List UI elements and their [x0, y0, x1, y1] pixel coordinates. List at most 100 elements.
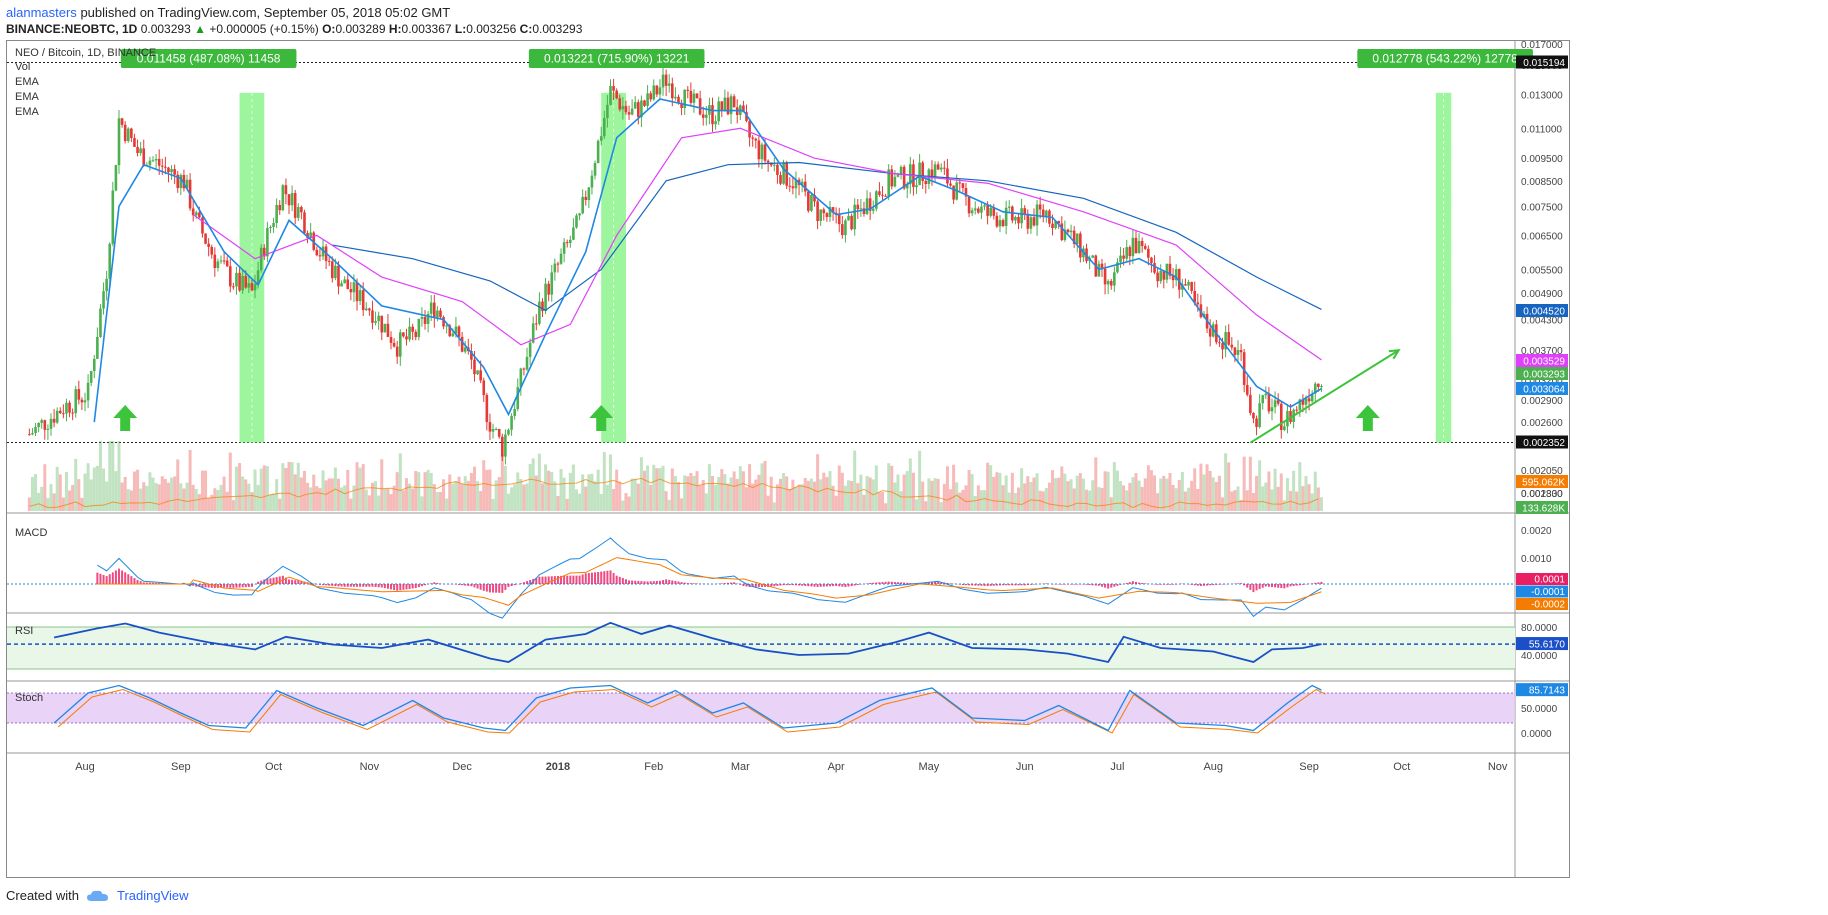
volume-bar [1236, 486, 1240, 511]
candle-body [1230, 344, 1234, 348]
chart-frame[interactable]: 0.011458 (487.08%) 11458 0.013221 (715.90… [6, 40, 1570, 878]
indicator-panes [7, 537, 1515, 734]
macd-histogram-bar [250, 584, 253, 587]
price-tick-label: 0.001830 [1521, 489, 1563, 500]
tradingview-brand[interactable]: TradingView [117, 888, 189, 903]
volume-bar [293, 474, 297, 511]
volume-bar [105, 481, 109, 511]
macd-histogram-bar [507, 584, 510, 587]
macd-histogram-bar [340, 584, 343, 587]
macd-histogram-bar [995, 584, 998, 586]
candle-body [1143, 246, 1147, 249]
volume-bar [893, 482, 897, 511]
candle-body [819, 209, 822, 222]
candle-body [757, 140, 761, 160]
time-tick-label: Oct [265, 761, 282, 773]
volume-bar [1125, 490, 1129, 511]
candle-body [525, 356, 529, 370]
price-tick-label: 0.011000 [1521, 124, 1562, 135]
macd-histogram-bar [1082, 584, 1085, 585]
candle-body [763, 144, 767, 161]
macd-histogram-bar [297, 580, 300, 584]
candle-body [596, 140, 600, 164]
macd-histogram-bar [652, 581, 655, 584]
macd-histogram-bar [998, 584, 1001, 586]
candle-body [191, 208, 195, 216]
volume-bar [386, 488, 390, 511]
ema-lines [93, 98, 1322, 423]
macd-histogram-bar [964, 584, 967, 586]
macd-histogram-bar [739, 584, 742, 585]
macd-histogram-bar [325, 584, 328, 586]
ema-fast-line [93, 98, 1322, 423]
open-label: O: [322, 22, 336, 36]
candle-body [355, 282, 359, 302]
volume-bar [667, 499, 671, 511]
volume-bar [1171, 484, 1175, 511]
candle-body [1032, 217, 1036, 226]
volume-bar [655, 468, 659, 511]
rsi-badge-label: 55.6170 [1529, 640, 1566, 651]
macd-histogram-bar [980, 584, 983, 586]
macd-histogram-bar [464, 584, 467, 586]
macd-histogram-bar [968, 584, 971, 586]
candle-body [977, 208, 980, 213]
candle-body [810, 194, 813, 211]
volume-bar [881, 492, 885, 511]
macd-histogram-bar [322, 584, 325, 586]
volume-bar [1026, 476, 1030, 511]
macd-histogram-bar [1085, 584, 1088, 585]
candle-body [225, 260, 229, 267]
macd-histogram-bar [1029, 584, 1032, 585]
volume-bar [865, 475, 869, 511]
volume-bar [1174, 488, 1178, 511]
candle-body [327, 260, 331, 262]
candle-body [791, 186, 795, 189]
macd-histogram-bar [396, 584, 399, 591]
ema-mid-line [192, 127, 1322, 361]
candle-body [1162, 270, 1166, 280]
macd-histogram-bar [247, 584, 250, 587]
candle-body [766, 160, 770, 163]
candle-body [599, 136, 603, 141]
volume-bar [219, 484, 223, 511]
macd-histogram-bar [733, 582, 736, 584]
macd-histogram-bar [498, 584, 501, 593]
macd-histogram-bar [603, 571, 606, 584]
measure-label: 0.013221 (715.90%) 13221 [544, 52, 690, 66]
candle-body [392, 342, 396, 347]
author-link[interactable]: alanmasters [6, 5, 77, 20]
macd-histogram-bar [683, 582, 686, 584]
volume-bar [525, 483, 529, 511]
volume-bar [1214, 482, 1218, 511]
volume-bar [1276, 486, 1280, 511]
macd-histogram-bar [1079, 584, 1082, 585]
candle-body [352, 282, 356, 293]
volume-bar [398, 453, 402, 511]
candle-body [420, 316, 424, 319]
measure-label: 0.012778 (543.22%) 12778 [1372, 52, 1518, 66]
macd-histogram-bar [779, 584, 782, 586]
volume-bar [992, 476, 996, 511]
candle-body [590, 175, 594, 188]
macd-histogram-bar [1212, 584, 1215, 586]
macd-histogram-bar [773, 584, 776, 587]
volume-bar [151, 477, 155, 511]
volume-bar [1060, 466, 1064, 511]
chart-svg[interactable]: 0.011458 (487.08%) 11458 0.013221 (715.90… [7, 40, 1569, 877]
volume-bar [797, 484, 801, 511]
volume-bar [745, 487, 749, 511]
macd-histogram-bar [594, 572, 597, 584]
volume-bar [874, 465, 878, 511]
volume-bar [234, 466, 238, 511]
macd-histogram-bar [838, 584, 841, 587]
volume-bar [139, 488, 143, 511]
macd-histogram-bar [393, 584, 396, 591]
volume-bar [1258, 460, 1262, 511]
macd-histogram-bar [504, 584, 507, 590]
macd-histogram-bar [844, 584, 847, 588]
volume-bar [717, 476, 721, 511]
candle-body [250, 283, 254, 291]
macd-histogram-bar [241, 584, 244, 588]
volume-bar [182, 488, 186, 511]
